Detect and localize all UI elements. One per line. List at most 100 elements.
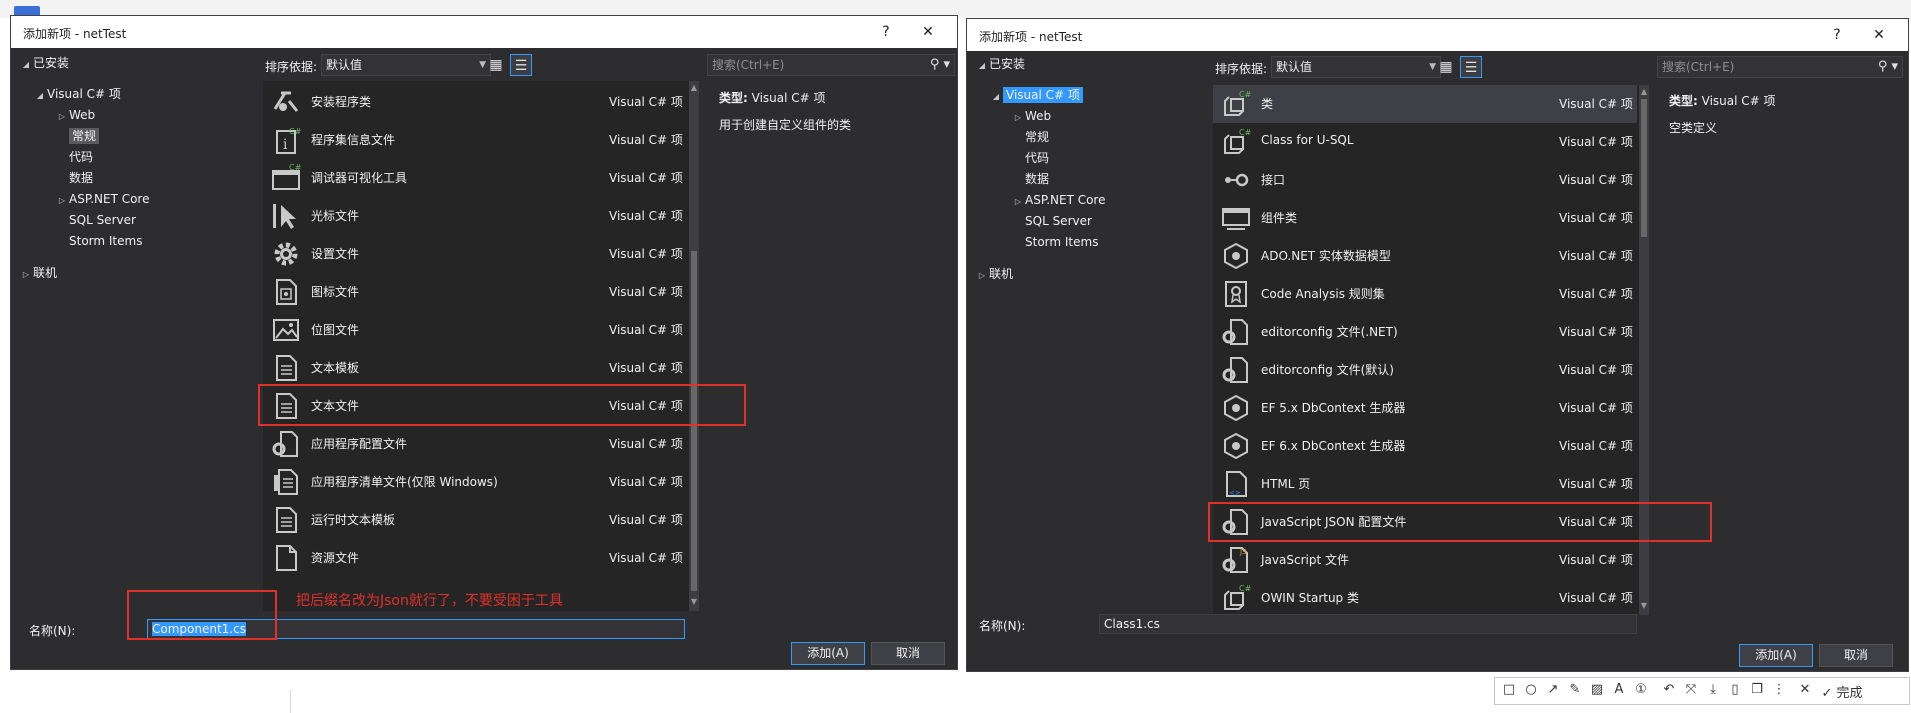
list-item[interactable]: 应用程序清单文件(仅限 Windows) Visual C# 项 (263, 463, 687, 501)
tree-node-sql-server[interactable]: SQL Server (1025, 211, 1092, 231)
scroll-down-icon[interactable]: ▼ (689, 597, 699, 606)
search-input[interactable]: 搜索(Ctrl+E) ⚲ ▾ (1657, 56, 1903, 78)
add-button[interactable]: 添加(A) (1739, 644, 1813, 667)
list-item[interactable]: C# OWIN Startup 类 Visual C# 项 (1213, 579, 1637, 617)
list-item[interactable]: editorconfig 文件(默认) Visual C# 项 (1213, 351, 1637, 389)
tree-node-visual-csharp[interactable]: ◢ Visual C# 项 (989, 85, 1083, 105)
usql-class-icon: C# (1221, 127, 1252, 157)
svg-text:C#: C# (289, 127, 301, 136)
pin-icon[interactable]: ▯ (1725, 682, 1745, 697)
list-item[interactable]: 安装程序类 Visual C# 项 (263, 83, 687, 121)
highlight-box-text-file (258, 384, 746, 426)
list-item[interactable]: C# 调试器可视化工具 Visual C# 项 (263, 159, 687, 197)
editorconfig-icon (1221, 317, 1251, 347)
tree-node-general[interactable]: 常规 (69, 126, 100, 146)
list-item[interactable]: <> HTML 页 Visual C# 项 (1213, 465, 1637, 503)
name-input[interactable]: Class1.cs (1099, 614, 1637, 634)
tree-node-online[interactable]: ▷ 联机 (975, 264, 1013, 284)
number-tool-icon[interactable]: ① (1631, 682, 1651, 697)
list-item[interactable]: 应用程序配置文件 Visual C# 项 (263, 425, 687, 463)
done-button[interactable]: ✓ 完成 (1819, 682, 1865, 701)
list-item[interactable]: i C# 程序集信息文件 Visual C# 项 (263, 121, 687, 159)
list-scrollbar[interactable]: ▲ ▼ (689, 81, 699, 611)
dialog-titlebar: 添加新项 - netTest ? ✕ (967, 19, 1908, 51)
tree-node-online[interactable]: ▷ 联机 (19, 263, 57, 283)
list-item[interactable]: 接口 Visual C# 项 (1213, 161, 1637, 199)
list-view-button[interactable]: ☰ (510, 54, 532, 76)
cancel-button[interactable]: 取消 (1819, 644, 1893, 667)
pen-tool-icon[interactable]: ✎ (1565, 682, 1585, 697)
cancel-button[interactable]: 取消 (871, 642, 945, 665)
assembly-info-icon: i C# (271, 125, 302, 155)
list-item[interactable]: 文本模板 Visual C# 项 (263, 349, 687, 387)
list-item[interactable]: C# Class for U-SQL Visual C# 项 (1213, 123, 1637, 161)
list-item[interactable]: 组件类 Visual C# 项 (1213, 199, 1637, 237)
sort-dropdown[interactable]: 默认值 ▼ (1271, 56, 1441, 78)
scroll-up-icon[interactable]: ▲ (689, 83, 699, 92)
text-tool-icon[interactable]: A (1609, 682, 1629, 697)
mosaic-tool-icon[interactable]: ▨ (1587, 682, 1607, 697)
dialog-title: 添加新项 - netTest (979, 30, 1083, 44)
tree-node-storm-items[interactable]: Storm Items (1025, 232, 1098, 252)
list-item[interactable]: Code Analysis 规则集 Visual C# 项 (1213, 275, 1637, 313)
fit-screen-icon[interactable]: ⤧ (1681, 682, 1701, 697)
close-button[interactable]: ✕ (1864, 23, 1894, 47)
scroll-up-icon[interactable]: ▲ (1639, 87, 1649, 96)
more-icon[interactable]: ⋮ (1769, 682, 1789, 697)
cancel-icon[interactable]: ✕ (1795, 682, 1815, 697)
list-item[interactable]: 运行时文本模板 Visual C# 项 (263, 501, 687, 539)
expand-arrow-icon: ▷ (58, 196, 66, 205)
tree-node-aspnet-core[interactable]: ▷ ASP.NET Core (55, 189, 150, 209)
background-divider (290, 690, 291, 713)
list-item[interactable]: 位图文件 Visual C# 项 (263, 311, 687, 349)
help-button[interactable]: ? (1822, 23, 1852, 47)
sort-dropdown[interactable]: 默认值 ▼ (321, 54, 491, 76)
scroll-down-icon[interactable]: ▼ (1639, 601, 1649, 610)
list-item[interactable]: 光标文件 Visual C# 项 (263, 197, 687, 235)
tree-node-installed[interactable]: ◢ 已安装 (975, 54, 1025, 74)
list-view-button[interactable]: ☰ (1460, 56, 1482, 78)
list-item[interactable]: 资源文件 Visual C# 项 (263, 539, 687, 577)
save-download-icon[interactable]: ⤓ (1703, 682, 1723, 697)
ellipse-tool-icon[interactable]: ○ (1521, 682, 1541, 697)
tree-node-visual-csharp[interactable]: ◢ Visual C# 项 (33, 84, 121, 104)
tree-node-data[interactable]: 数据 (1025, 169, 1049, 189)
help-button[interactable]: ? (871, 20, 901, 44)
svg-text:C#: C# (1239, 128, 1251, 137)
ef6-icon (1221, 431, 1251, 461)
svg-text:JS: JS (1239, 548, 1247, 556)
search-input[interactable]: 搜索(Ctrl+E) ⚲ ▾ (707, 54, 955, 76)
scrollbar-thumb[interactable] (1641, 99, 1647, 237)
tree-node-sql-server[interactable]: SQL Server (69, 210, 136, 230)
list-item[interactable]: 设置文件 Visual C# 项 (263, 235, 687, 273)
manifest-icon (271, 467, 301, 497)
dialog-titlebar: 添加新项 - netTest ? ✕ (11, 16, 957, 48)
list-item[interactable]: JS JavaScript 文件 Visual C# 项 (1213, 541, 1637, 579)
tree-node-data[interactable]: 数据 (69, 168, 93, 188)
expand-arrow-icon: ▷ (1014, 197, 1022, 206)
tree-node-general[interactable]: 常规 (1025, 127, 1049, 147)
undo-icon[interactable]: ↶ (1659, 682, 1679, 697)
list-item[interactable]: EF 6.x DbContext 生成器 Visual C# 项 (1213, 427, 1637, 465)
tree-node-web[interactable]: ▷ Web (55, 105, 95, 125)
list-item[interactable]: editorconfig 文件(.NET) Visual C# 项 (1213, 313, 1637, 351)
list-item[interactable]: EF 5.x DbContext 生成器 Visual C# 项 (1213, 389, 1637, 427)
tree-node-web[interactable]: ▷ Web (1011, 106, 1051, 126)
grid-view-button[interactable]: ▦ (1435, 56, 1457, 78)
tree-node-code[interactable]: 代码 (1025, 148, 1049, 168)
list-item[interactable]: ADO.NET 实体数据模型 Visual C# 项 (1213, 237, 1637, 275)
add-button[interactable]: 添加(A) (791, 642, 865, 665)
rectangle-tool-icon[interactable]: □ (1499, 682, 1519, 697)
collapse-arrow-icon: ◢ (992, 92, 1000, 101)
grid-view-button[interactable]: ▦ (485, 54, 507, 76)
close-button[interactable]: ✕ (913, 20, 943, 44)
tree-node-storm-items[interactable]: Storm Items (69, 231, 142, 251)
list-item[interactable]: 图标文件 Visual C# 项 (263, 273, 687, 311)
tree-node-installed[interactable]: ◢ 已安装 (19, 53, 69, 73)
copy-icon[interactable]: ❐ (1747, 682, 1767, 697)
tree-node-code[interactable]: 代码 (69, 147, 93, 167)
arrow-tool-icon[interactable]: ↗ (1543, 682, 1563, 697)
text-template-icon (271, 353, 301, 383)
list-item[interactable]: C# 类 Visual C# 项 (1213, 85, 1637, 123)
tree-node-aspnet-core[interactable]: ▷ ASP.NET Core (1011, 190, 1106, 210)
